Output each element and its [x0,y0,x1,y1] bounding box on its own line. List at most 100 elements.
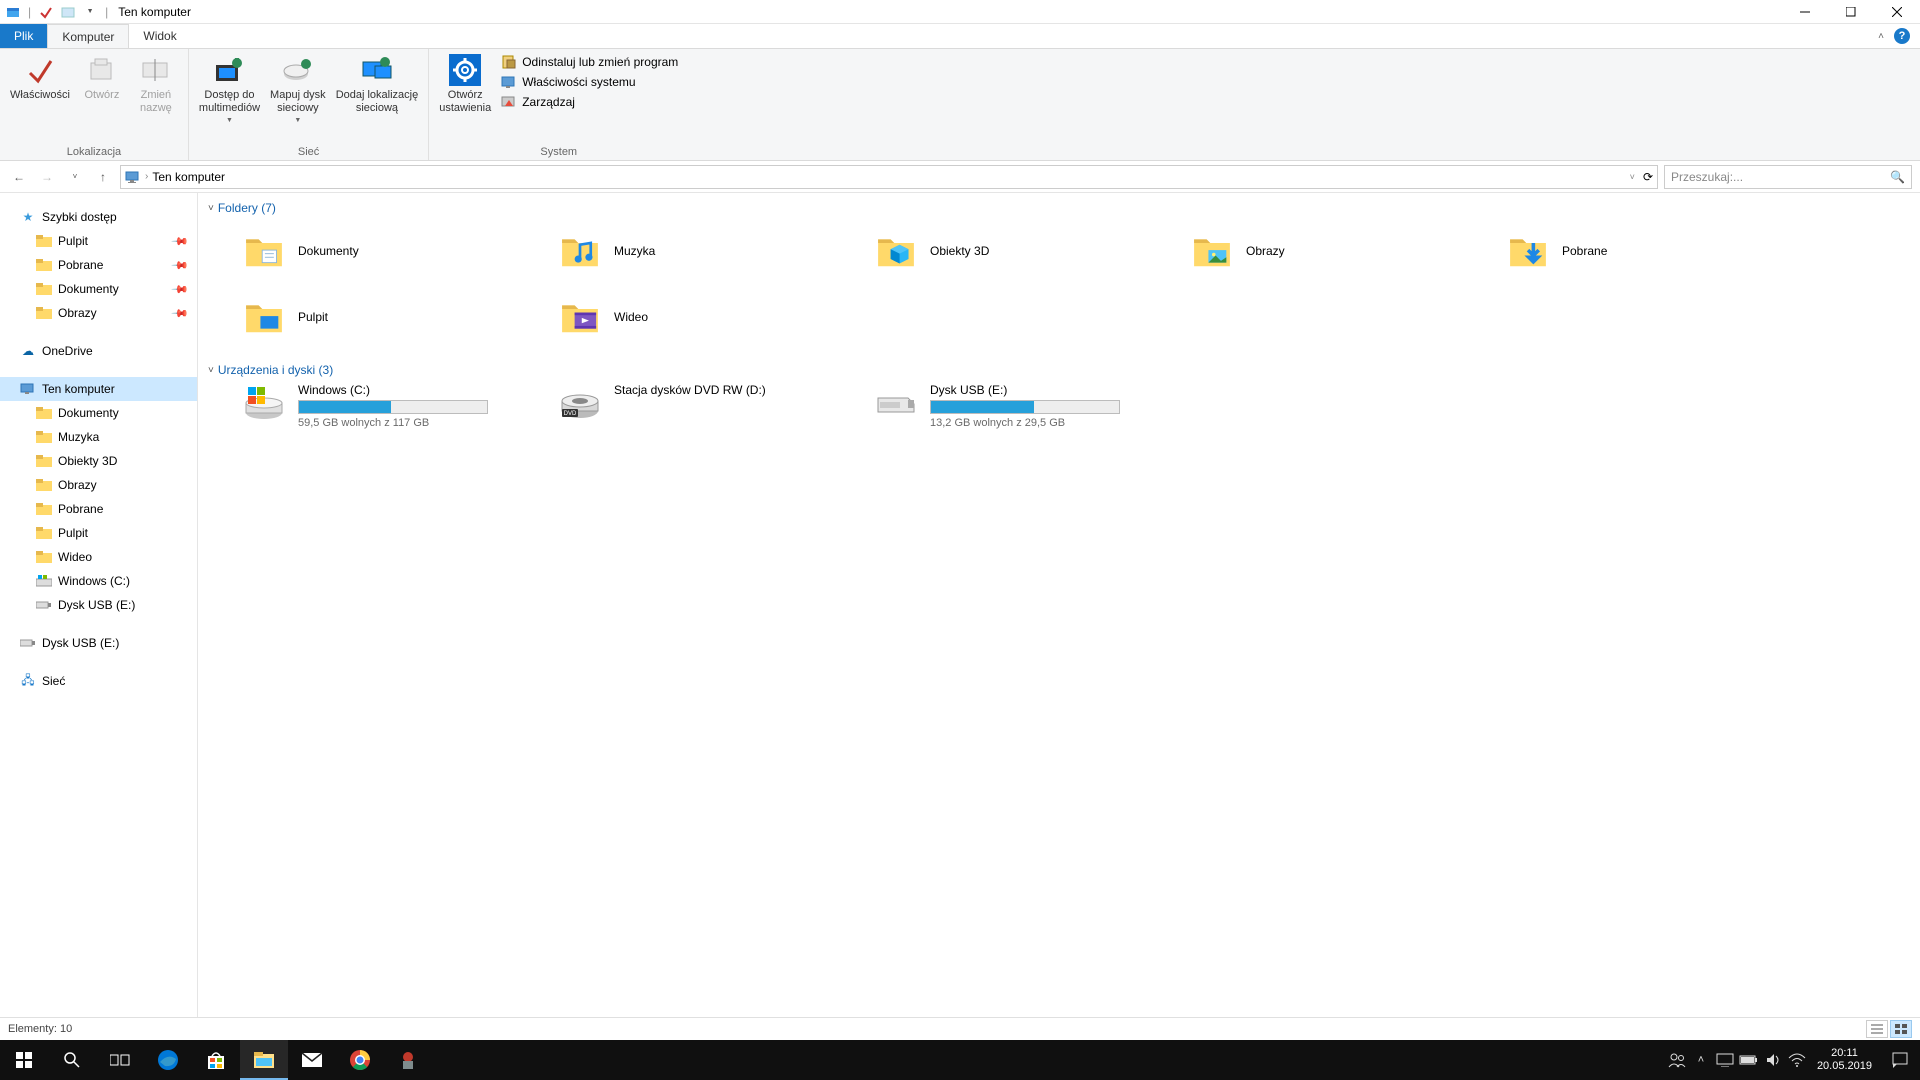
nav-up-button[interactable]: ↑ [92,166,114,188]
folder-item[interactable]: Dokumenty [242,221,552,281]
status-bar: Elementy: 10 [0,1017,1920,1040]
star-icon: ★ [20,209,36,225]
folder-item[interactable]: Pobrane [1506,221,1816,281]
open-settings-button[interactable]: Otwórz ustawienia [435,51,495,117]
folder-icon [1190,231,1234,271]
properties-button[interactable]: Właściwości [6,51,74,104]
minimize-button[interactable] [1782,0,1828,24]
folder-item[interactable]: Wideo [558,287,868,347]
maximize-button[interactable] [1828,0,1874,24]
tree-item[interactable]: Dokumenty📌 [0,277,197,301]
item-icon [36,405,52,421]
explorer-button[interactable] [240,1040,288,1080]
wifi-icon[interactable] [1785,1040,1809,1080]
edge-button[interactable] [144,1040,192,1080]
properties-qat-icon[interactable] [37,3,55,21]
tree-item[interactable]: Muzyka [0,425,197,449]
search-icon: 🔍 [1890,170,1905,184]
icons-view-button[interactable] [1890,1020,1912,1038]
drive-icon: DVD [558,383,602,423]
address-dropdown-icon[interactable]: ˅ [1630,172,1635,182]
nav-recent-dropdown[interactable]: ˅ [64,166,86,188]
pin-icon: 📌 [171,280,190,299]
item-icon [36,573,52,589]
folder-item[interactable]: Obiekty 3D [874,221,1184,281]
chevron-right-icon[interactable]: › [145,171,148,182]
tab-computer[interactable]: Komputer [47,24,129,48]
mail-button[interactable] [288,1040,336,1080]
tree-item[interactable]: Obrazy [0,473,197,497]
tree-item[interactable]: Pobrane [0,497,197,521]
input-indicator-icon[interactable] [1713,1040,1737,1080]
usage-bar [930,400,1120,414]
tree-this-pc[interactable]: Ten komputer [0,377,197,401]
tree-item[interactable]: Windows (C:) [0,569,197,593]
people-icon[interactable] [1665,1040,1689,1080]
nav-forward-button[interactable]: → [36,166,58,188]
drive-name: Dysk USB (E:) [930,383,1130,397]
drive-free-text: 13,2 GB wolnych z 29,5 GB [930,417,1130,429]
folder-item[interactable]: Muzyka [558,221,868,281]
battery-icon[interactable] [1737,1040,1761,1080]
action-center-button[interactable] [1880,1040,1920,1080]
store-button[interactable] [192,1040,240,1080]
tree-quick-access[interactable]: ★Szybki dostęp [0,205,197,229]
manage-button[interactable]: Zarządzaj [499,93,680,111]
close-button[interactable] [1874,0,1920,24]
item-icon [36,501,52,517]
chevron-down-icon: ˅ [208,365,214,376]
tab-file[interactable]: Plik [0,24,47,48]
address-bar[interactable]: › Ten komputer ˅ ⟳ [120,165,1658,189]
uninstall-button[interactable]: Odinstaluj lub zmień program [499,53,680,71]
tab-view[interactable]: Widok [129,24,190,48]
tree-item[interactable]: Pulpit📌 [0,229,197,253]
drive-item[interactable]: DVDStacja dysków DVD RW (D:) [558,383,868,429]
drive-item[interactable]: Windows (C:)59,5 GB wolnych z 117 GB [242,383,552,429]
media-access-button[interactable]: Dostęp do multimediów▼ [195,51,264,126]
map-drive-button[interactable]: Mapuj dysk sieciowy▼ [266,51,330,126]
chrome-button[interactable] [336,1040,384,1080]
content-pane: ˅Foldery (7) DokumentyMuzykaObiekty 3DOb… [198,193,1920,1040]
app-button[interactable] [384,1040,432,1080]
qat-dropdown-icon[interactable]: ▼ [81,3,99,21]
search-input[interactable]: Przeszukaj:... 🔍 [1664,165,1912,189]
rename-button[interactable]: Zmień nazwę [130,51,182,117]
group-header-folders[interactable]: ˅Foldery (7) [204,199,1920,221]
help-icon[interactable]: ? [1894,28,1910,44]
folder-item[interactable]: Pulpit [242,287,552,347]
tree-item[interactable]: Dysk USB (E:) [0,593,197,617]
drive-item[interactable]: Dysk USB (E:) 13,2 GB wolnych z 29,5 GB [874,383,1184,429]
taskbar-clock[interactable]: 20:11 20.05.2019 [1809,1040,1880,1080]
folder-icon [1506,231,1550,271]
cloud-icon: ☁ [20,343,36,359]
tree-item[interactable]: Wideo [0,545,197,569]
new-folder-qat-icon[interactable] [59,3,77,21]
refresh-button[interactable]: ⟳ [1643,170,1653,184]
tree-onedrive[interactable]: ☁OneDrive [0,339,197,363]
status-item-count: Elementy: 10 [8,1023,72,1035]
ribbon-collapse-icon[interactable]: ˄ [1878,31,1884,42]
open-button[interactable]: Otwórz [76,51,128,104]
tree-item[interactable]: Obrazy📌 [0,301,197,325]
tray-overflow-icon[interactable]: ˄ [1689,1040,1713,1080]
folder-item[interactable]: Obrazy [1190,221,1500,281]
this-pc-icon [20,381,36,397]
start-button[interactable] [0,1040,48,1080]
nav-back-button[interactable]: ← [8,166,30,188]
drive-icon [874,383,918,423]
task-view-button[interactable] [96,1040,144,1080]
tree-usb[interactable]: Dysk USB (E:) [0,631,197,655]
volume-icon[interactable] [1761,1040,1785,1080]
tree-item[interactable]: Dokumenty [0,401,197,425]
ribbon: Właściwości Otwórz Zmień nazwę Lokalizac… [0,49,1920,161]
tree-network[interactable]: 🖧Sieć [0,669,197,693]
search-button[interactable] [48,1040,96,1080]
breadcrumb-item[interactable]: Ten komputer [152,170,225,184]
group-header-drives[interactable]: ˅Urządzenia i dyski (3) [204,361,1920,383]
add-location-button[interactable]: Dodaj lokalizację sieciową [332,51,423,117]
tree-item[interactable]: Pulpit [0,521,197,545]
details-view-button[interactable] [1866,1020,1888,1038]
system-properties-button[interactable]: Właściwości systemu [499,73,680,91]
tree-item[interactable]: Obiekty 3D [0,449,197,473]
tree-item[interactable]: Pobrane📌 [0,253,197,277]
